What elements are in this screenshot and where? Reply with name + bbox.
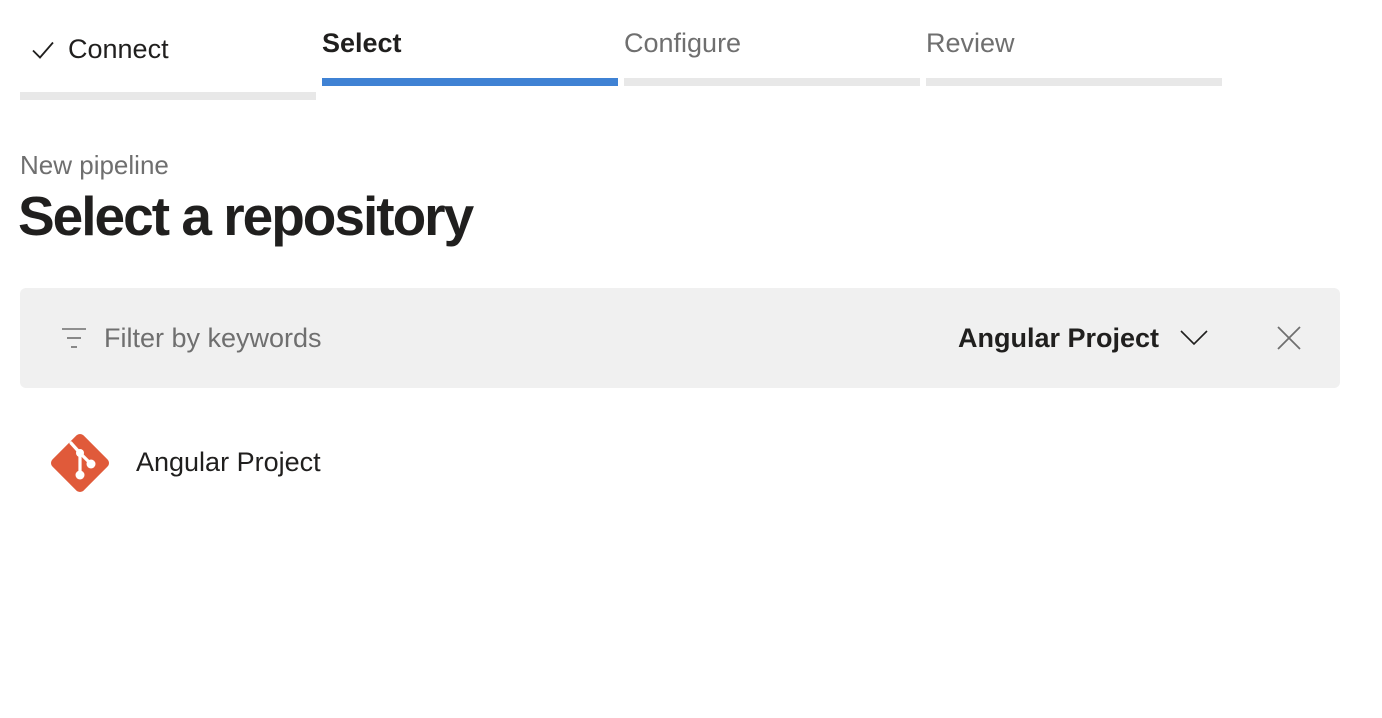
- git-repo-icon: [50, 433, 110, 493]
- filter-icon: [62, 328, 86, 348]
- step-configure-label: Configure: [624, 28, 742, 58]
- step-select-label: Select: [322, 28, 402, 58]
- chevron-down-icon: [1180, 330, 1208, 346]
- page-title: Select a repository: [18, 185, 474, 247]
- step-select-progress-bar: [322, 78, 618, 86]
- repository-name: Angular Project: [136, 447, 321, 477]
- repository-list: Angular Project: [20, 420, 1340, 506]
- close-icon[interactable]: [1276, 325, 1302, 351]
- list-item[interactable]: Angular Project: [20, 420, 1340, 506]
- step-review-label: Review: [926, 28, 1015, 58]
- step-connect-label: Connect: [68, 34, 169, 64]
- filter-keywords-input[interactable]: [104, 318, 804, 358]
- project-selector-label: Angular Project: [958, 322, 1160, 353]
- wizard-steps: Connect Select Configure Review: [20, 0, 1240, 110]
- check-icon: [32, 41, 54, 59]
- page-subtitle: New pipeline: [20, 150, 169, 180]
- project-selector-dropdown[interactable]: Angular Project: [958, 316, 1209, 360]
- step-connect-progress-bar: [20, 92, 316, 100]
- step-configure-progress-bar: [624, 78, 920, 86]
- filter-bar: Angular Project: [20, 288, 1340, 388]
- step-review-progress-bar: [926, 78, 1222, 86]
